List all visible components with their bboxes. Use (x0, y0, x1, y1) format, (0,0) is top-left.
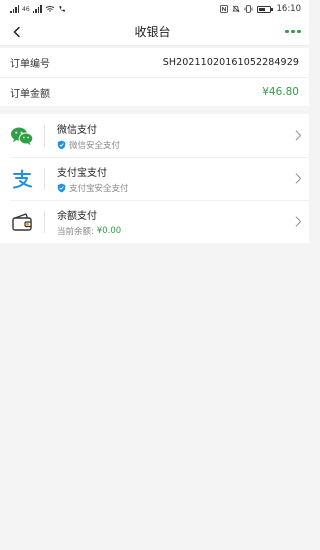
order-amount-row: 订单金额 ¥46.80 (0, 77, 309, 106)
order-number-label: 订单编号 (10, 59, 50, 70)
wifi-icon (45, 6, 54, 12)
status-left: 46 (10, 5, 66, 13)
shield-check-icon (57, 140, 66, 149)
payment-subtitle: 支付宝安全支付 (69, 183, 129, 194)
payment-title: 微信支付 (57, 124, 97, 136)
payment-option-balance[interactable]: 余额支付 当前余额: ¥0.00 (0, 200, 309, 243)
balance-label: 当前余额: (57, 226, 94, 237)
status-time: 16:10 (276, 4, 302, 14)
pay-icon-container (0, 157, 44, 200)
payment-subtitle-row: 微信安全支付 (57, 139, 287, 151)
network-type-label: 46 (22, 5, 30, 13)
nav-bar: 收银台 (0, 18, 309, 46)
page-title: 收银台 (134, 25, 171, 39)
alipay-icon (13, 169, 32, 188)
payment-option-alipay[interactable]: 支付宝支付 支付宝安全支付 (0, 157, 309, 200)
payment-title: 余额支付 (57, 210, 97, 222)
call-icon (59, 6, 65, 12)
payment-title: 支付宝支付 (57, 167, 107, 179)
balance-row: 当前余额: ¥0.00 (57, 225, 287, 237)
order-info-card: 订单编号 SH20211020161052284929 订单金额 ¥46.80 (0, 48, 309, 106)
payment-subtitle: 微信安全支付 (69, 140, 121, 151)
divider (44, 210, 45, 233)
divider (44, 167, 45, 190)
wechat-pay-icon (11, 127, 34, 145)
wallet-icon (12, 212, 32, 231)
shield-check-icon (57, 183, 66, 192)
more-menu-button[interactable] (279, 29, 301, 34)
back-button[interactable] (8, 23, 26, 41)
payment-method-list: 微信支付 微信安全支付 支付宝支付 支付宝安全支付 余额支付 当前余额: ¥0.… (0, 114, 309, 243)
pay-text: 支付宝支付 支付宝安全支付 (57, 164, 287, 194)
mute-icon (231, 5, 240, 13)
chevron-left-icon (13, 26, 20, 37)
more-dots-icon (285, 29, 289, 34)
order-amount-label: 订单金额 (10, 88, 50, 100)
chevron-right-icon (287, 130, 309, 141)
pay-icon-container (0, 200, 44, 243)
pay-text: 余额支付 当前余额: ¥0.00 (57, 207, 287, 237)
divider (44, 124, 45, 147)
payment-subtitle-row: 支付宝安全支付 (57, 182, 287, 194)
chevron-right-icon (287, 216, 309, 227)
order-number-row: 订单编号 SH20211020161052284929 (0, 48, 309, 77)
order-number-value: SH20211020161052284929 (162, 57, 299, 68)
vibrate-icon (244, 5, 252, 13)
pay-icon-container (0, 114, 44, 157)
nfc-icon (219, 5, 228, 13)
balance-value: ¥0.00 (96, 225, 122, 236)
payment-option-wechat[interactable]: 微信支付 微信安全支付 (0, 114, 309, 157)
status-bar: 46 16:10 (0, 0, 309, 18)
signal-icon (10, 5, 19, 13)
chevron-right-icon (287, 173, 309, 184)
battery-icon (256, 5, 273, 13)
signal-icon (32, 5, 42, 13)
pay-text: 微信支付 微信安全支付 (57, 121, 287, 151)
order-amount-value: ¥46.80 (262, 86, 299, 98)
status-right: 16:10 (219, 4, 302, 14)
